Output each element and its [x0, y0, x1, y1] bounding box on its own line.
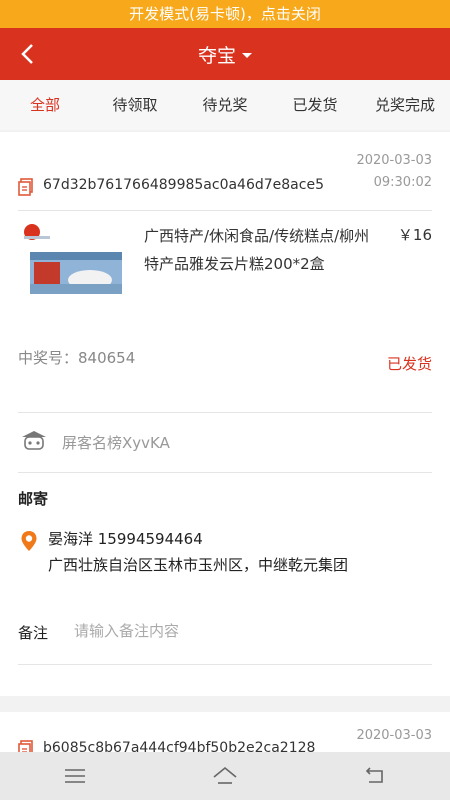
- note-input[interactable]: [74, 622, 404, 640]
- back-nav-button[interactable]: [345, 752, 405, 800]
- location-pin-icon: [20, 530, 38, 552]
- divider: [18, 472, 432, 473]
- order-header: 67d32b761766489985ac0a46d7e8ace5 2020-03…: [18, 148, 432, 198]
- product-name[interactable]: 广西特产/休闲食品/传统糕点/柳州特产品雅发云片糕200*2盒: [144, 222, 384, 278]
- shipping-address: 广西壮族自治区玉林市玉州区，中继乾元集团: [48, 556, 349, 574]
- avatar: [20, 428, 48, 452]
- order-datetime: 2020-03-03 09:30:02: [356, 150, 432, 194]
- order-id: 67d32b761766489985ac0a46d7e8ace5: [43, 177, 324, 193]
- order-date: 2020-03-03: [356, 728, 432, 743]
- dev-mode-banner[interactable]: 开发模式(易卡顿)，点击关闭: [0, 0, 450, 28]
- tab-all[interactable]: 全部: [0, 80, 90, 130]
- menu-button[interactable]: [45, 752, 105, 800]
- app-header: 夺宝: [0, 28, 450, 80]
- status-badge: 已发货: [386, 355, 432, 373]
- page-title: 夺宝: [197, 44, 236, 67]
- system-nav-bar: [0, 752, 450, 800]
- order-card: 67d32b761766489985ac0a46d7e8ace5 2020-03…: [0, 132, 450, 696]
- divider: [18, 210, 432, 211]
- home-button[interactable]: [195, 752, 255, 800]
- back-arrow-icon: [365, 767, 383, 783]
- tab-shipped[interactable]: 已发货: [270, 80, 360, 130]
- title-dropdown[interactable]: 夺宝: [0, 28, 450, 80]
- shipping-method-title: 邮寄: [18, 490, 49, 508]
- winning-number: 中奖号：840654: [18, 349, 136, 367]
- order-date: 2020-03-03: [356, 153, 432, 168]
- divider: [18, 664, 432, 665]
- recipient-info: 晏海洋 15994594464: [48, 530, 203, 548]
- order-time: 09:30:02: [373, 175, 432, 190]
- product-price: ￥16: [397, 226, 432, 244]
- caret-down-icon: [242, 53, 252, 58]
- divider: [18, 412, 432, 413]
- tab-completed[interactable]: 兑奖完成: [360, 80, 450, 130]
- home-icon: [213, 766, 237, 784]
- status-tabs: 全部 待领取 待兑奖 已发货 兑奖完成: [0, 80, 450, 130]
- menu-icon: [65, 769, 85, 783]
- order-doc-icon: [18, 178, 34, 196]
- rank-name: 屏客名榜XyvKA: [62, 434, 170, 452]
- tab-to-redeem[interactable]: 待兑奖: [180, 80, 270, 130]
- tab-to-claim[interactable]: 待领取: [90, 80, 180, 130]
- note-label: 备注: [18, 624, 49, 642]
- product-thumbnail[interactable]: [18, 222, 128, 312]
